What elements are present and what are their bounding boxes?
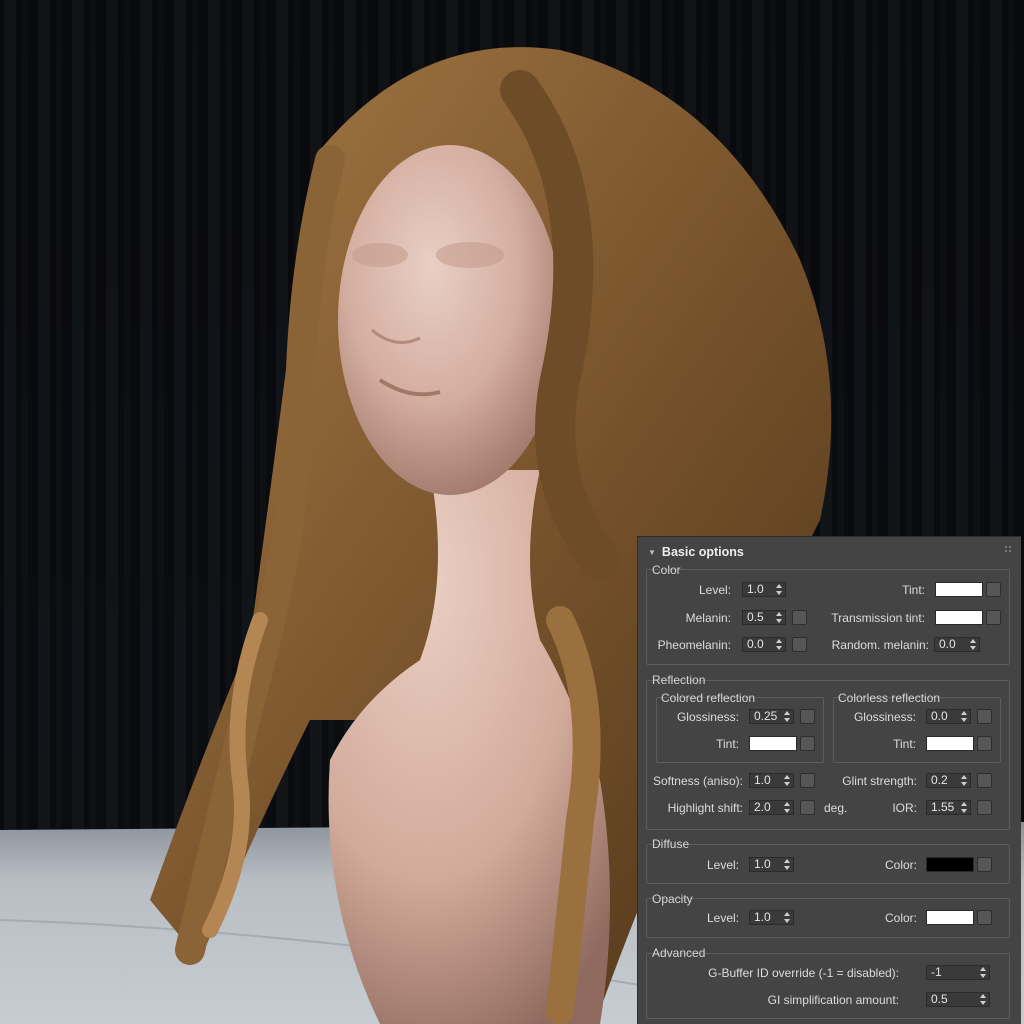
colorless-glossiness-value: 0.0 — [931, 709, 948, 723]
rollout-header[interactable]: ▼ Basic options — [648, 545, 744, 559]
gi-simplification-value: 0.5 — [931, 992, 948, 1006]
opacity-color-label: Color: — [884, 911, 917, 925]
gbuffer-override-spinner[interactable]: -1 — [926, 965, 990, 980]
spinner-arrows-icon[interactable] — [961, 802, 968, 813]
reflection-group-title: Reflection — [652, 673, 706, 687]
collapse-triangle-icon[interactable]: ▼ — [648, 548, 656, 557]
softness-map-button[interactable] — [800, 773, 815, 788]
glint-strength-label: Glint strength: — [842, 774, 917, 788]
diffuse-group-title: Diffuse — [652, 837, 690, 851]
transmission-tint-label: Transmission tint: — [831, 611, 925, 625]
ior-label: IOR: — [892, 801, 917, 815]
colored-glossiness-map-button[interactable] — [800, 709, 815, 724]
level-label: Level: — [698, 583, 731, 597]
spinner-arrows-icon[interactable] — [784, 711, 791, 722]
colorless-tint-swatch[interactable] — [926, 736, 974, 751]
colorless-reflection-title: Colorless reflection — [838, 691, 941, 705]
color-level-spinner[interactable]: 1.0 — [742, 582, 786, 597]
random-melanin-label: Random. melanin: — [831, 638, 929, 652]
advanced-group-title: Advanced — [652, 946, 706, 960]
ior-value: 1.55 — [931, 800, 955, 814]
highlight-shift-value: 2.0 — [754, 800, 771, 814]
colored-glossiness-spinner[interactable]: 0.25 — [749, 709, 794, 724]
random-melanin-value: 0.0 — [939, 637, 956, 651]
basic-options-rollout: ▼ Basic options Color Level: 1.0 Tint: Me… — [637, 536, 1021, 1024]
softness-label: Softness (aniso): — [652, 774, 743, 788]
tint-label: Tint: — [902, 583, 925, 597]
colored-tint-label: Tint: — [716, 737, 739, 751]
spinner-arrows-icon[interactable] — [970, 639, 977, 650]
opacity-level-label: Level: — [706, 911, 739, 925]
colored-glossiness-label: Glossiness: — [676, 710, 739, 724]
advanced-group — [646, 953, 1010, 1019]
random-melanin-spinner[interactable]: 0.0 — [934, 637, 980, 652]
spinner-arrows-icon[interactable] — [784, 775, 791, 786]
transmission-tint-swatch[interactable] — [935, 610, 983, 625]
highlight-shift-spinner[interactable]: 2.0 — [749, 800, 794, 815]
opacity-color-map-button[interactable] — [977, 910, 992, 925]
diffuse-color-swatch[interactable] — [926, 857, 974, 872]
spinner-arrows-icon[interactable] — [776, 612, 783, 623]
diffuse-color-map-button[interactable] — [977, 857, 992, 872]
colored-reflection-group — [656, 697, 824, 763]
diffuse-level-value: 1.0 — [754, 857, 771, 871]
highlight-shift-label: Highlight shift: — [667, 801, 743, 815]
diffuse-color-label: Color: — [884, 858, 917, 872]
gi-simplification-spinner[interactable]: 0.5 — [926, 992, 990, 1007]
highlight-shift-unit: deg. — [824, 801, 848, 815]
melanin-value: 0.5 — [747, 610, 764, 624]
melanin-label: Melanin: — [685, 611, 731, 625]
colorless-tint-label: Tint: — [893, 737, 916, 751]
tint-map-button[interactable] — [986, 582, 1001, 597]
opacity-group-title: Opacity — [652, 892, 693, 906]
diffuse-level-spinner[interactable]: 1.0 — [749, 857, 794, 872]
softness-spinner[interactable]: 1.0 — [749, 773, 794, 788]
opacity-level-spinner[interactable]: 1.0 — [749, 910, 794, 925]
spinner-arrows-icon[interactable] — [784, 859, 791, 870]
colorless-glossiness-map-button[interactable] — [977, 709, 992, 724]
spinner-arrows-icon[interactable] — [784, 802, 791, 813]
glint-strength-map-button[interactable] — [977, 773, 992, 788]
spinner-arrows-icon[interactable] — [784, 912, 791, 923]
pheomelanin-label: Pheomelanin: — [657, 638, 731, 652]
ior-map-button[interactable] — [977, 800, 992, 815]
transmission-tint-map-button[interactable] — [986, 610, 1001, 625]
opacity-level-value: 1.0 — [754, 910, 771, 924]
glint-strength-value: 0.2 — [931, 773, 948, 787]
drag-grip-icon[interactable] — [1005, 546, 1013, 554]
colorless-reflection-group — [833, 697, 1001, 763]
colorless-glossiness-label: Glossiness: — [853, 710, 916, 724]
spinner-arrows-icon[interactable] — [776, 584, 783, 595]
ior-spinner[interactable]: 1.55 — [926, 800, 971, 815]
spinner-arrows-icon[interactable] — [961, 775, 968, 786]
colorless-glossiness-spinner[interactable]: 0.0 — [926, 709, 971, 724]
melanin-spinner[interactable]: 0.5 — [742, 610, 786, 625]
diffuse-level-label: Level: — [706, 858, 739, 872]
colored-tint-map-button[interactable] — [800, 736, 815, 751]
glint-strength-spinner[interactable]: 0.2 — [926, 773, 971, 788]
tint-color-swatch[interactable] — [935, 582, 983, 597]
spinner-arrows-icon[interactable] — [980, 994, 987, 1005]
color-level-value: 1.0 — [747, 582, 764, 596]
gbuffer-override-value: -1 — [931, 965, 942, 979]
spinner-arrows-icon[interactable] — [961, 711, 968, 722]
colored-glossiness-value: 0.25 — [754, 709, 778, 723]
melanin-map-button[interactable] — [792, 610, 807, 625]
colorless-tint-map-button[interactable] — [977, 736, 992, 751]
spinner-arrows-icon[interactable] — [776, 639, 783, 650]
opacity-color-swatch[interactable] — [926, 910, 974, 925]
softness-value: 1.0 — [754, 773, 771, 787]
rollout-title: Basic options — [661, 545, 744, 559]
colored-reflection-title: Colored reflection — [661, 691, 756, 705]
pheomelanin-map-button[interactable] — [792, 637, 807, 652]
gi-simplification-label: GI simplification amount: — [767, 993, 899, 1007]
pheomelanin-value: 0.0 — [747, 637, 764, 651]
color-group-title: Color — [652, 563, 681, 577]
gbuffer-override-label: G-Buffer ID override (-1 = disabled): — [708, 966, 899, 980]
colored-tint-swatch[interactable] — [749, 736, 797, 751]
pheomelanin-spinner[interactable]: 0.0 — [742, 637, 786, 652]
highlight-shift-map-button[interactable] — [800, 800, 815, 815]
spinner-arrows-icon[interactable] — [980, 967, 987, 978]
